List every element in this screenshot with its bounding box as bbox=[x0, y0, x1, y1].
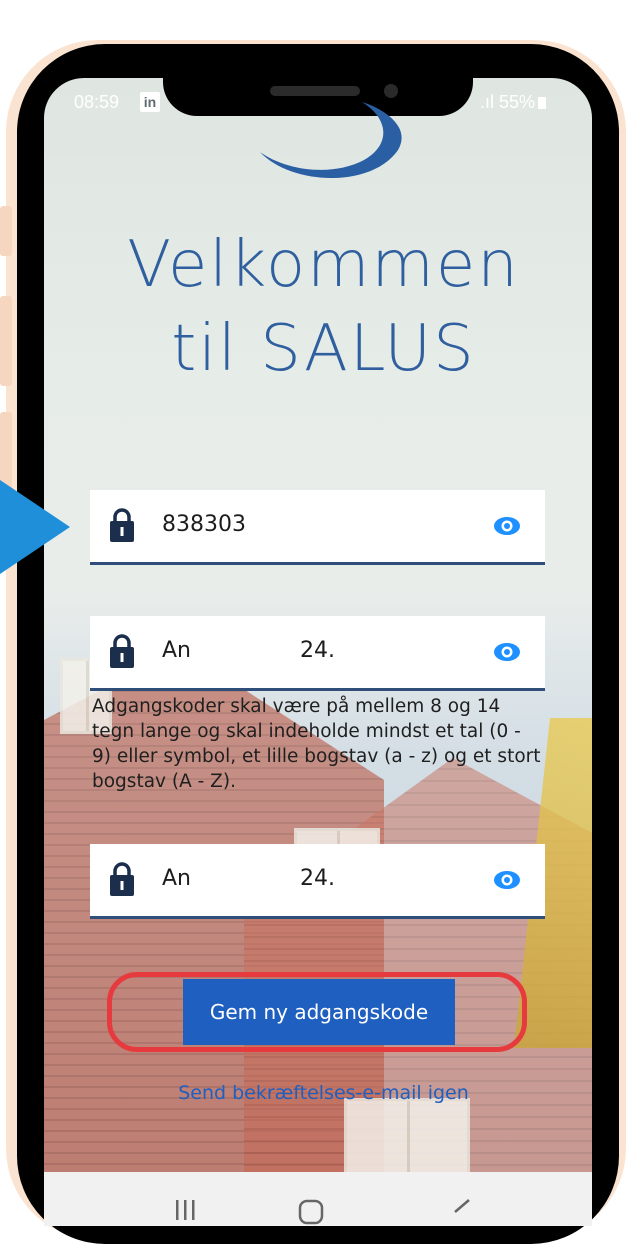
pointer-arrow-icon bbox=[0, 480, 70, 574]
welcome-subtitle: til SALUS bbox=[171, 312, 476, 386]
new-password-value-start: An bbox=[162, 638, 191, 663]
lock-icon bbox=[110, 508, 134, 542]
password-requirements-hint: Adgangskoder skal være på mellem 8 og 14… bbox=[92, 696, 541, 792]
phone-side-button bbox=[0, 206, 12, 256]
new-password-value-end: 24. bbox=[300, 638, 335, 663]
new-password-field[interactable]: An 24. bbox=[90, 616, 545, 691]
phone-side-button bbox=[0, 296, 12, 386]
linkedin-notification-icon: in bbox=[140, 92, 160, 112]
lock-icon bbox=[110, 634, 134, 668]
confirm-password-value-end: 24. bbox=[300, 866, 335, 891]
salus-logo-icon bbox=[260, 102, 402, 178]
current-code-value: 838303 bbox=[162, 512, 246, 537]
recent-apps-icon[interactable] bbox=[172, 1198, 198, 1220]
welcome-title: Velkommen bbox=[127, 228, 520, 302]
lock-icon bbox=[110, 862, 134, 896]
eye-icon[interactable] bbox=[493, 868, 521, 892]
confirm-password-field[interactable]: An 24. bbox=[90, 844, 545, 919]
android-nav-bar bbox=[44, 1172, 592, 1226]
eye-icon[interactable] bbox=[493, 514, 521, 538]
eye-icon[interactable] bbox=[493, 640, 521, 664]
back-icon[interactable] bbox=[449, 1198, 475, 1220]
confirm-password-value-start: An bbox=[162, 866, 191, 891]
status-signal-battery: .ıl 55% bbox=[480, 92, 547, 113]
resend-confirmation-link[interactable]: Send bekræftelses-e-mail igen bbox=[60, 1082, 587, 1104]
status-time: 08:59 bbox=[74, 92, 120, 112]
current-code-field[interactable]: 838303 bbox=[90, 490, 545, 565]
highlight-ring bbox=[107, 972, 527, 1052]
signal-battery-text: .ıl 55% bbox=[480, 92, 536, 112]
home-icon[interactable] bbox=[297, 1198, 325, 1226]
battery-icon bbox=[538, 97, 547, 109]
